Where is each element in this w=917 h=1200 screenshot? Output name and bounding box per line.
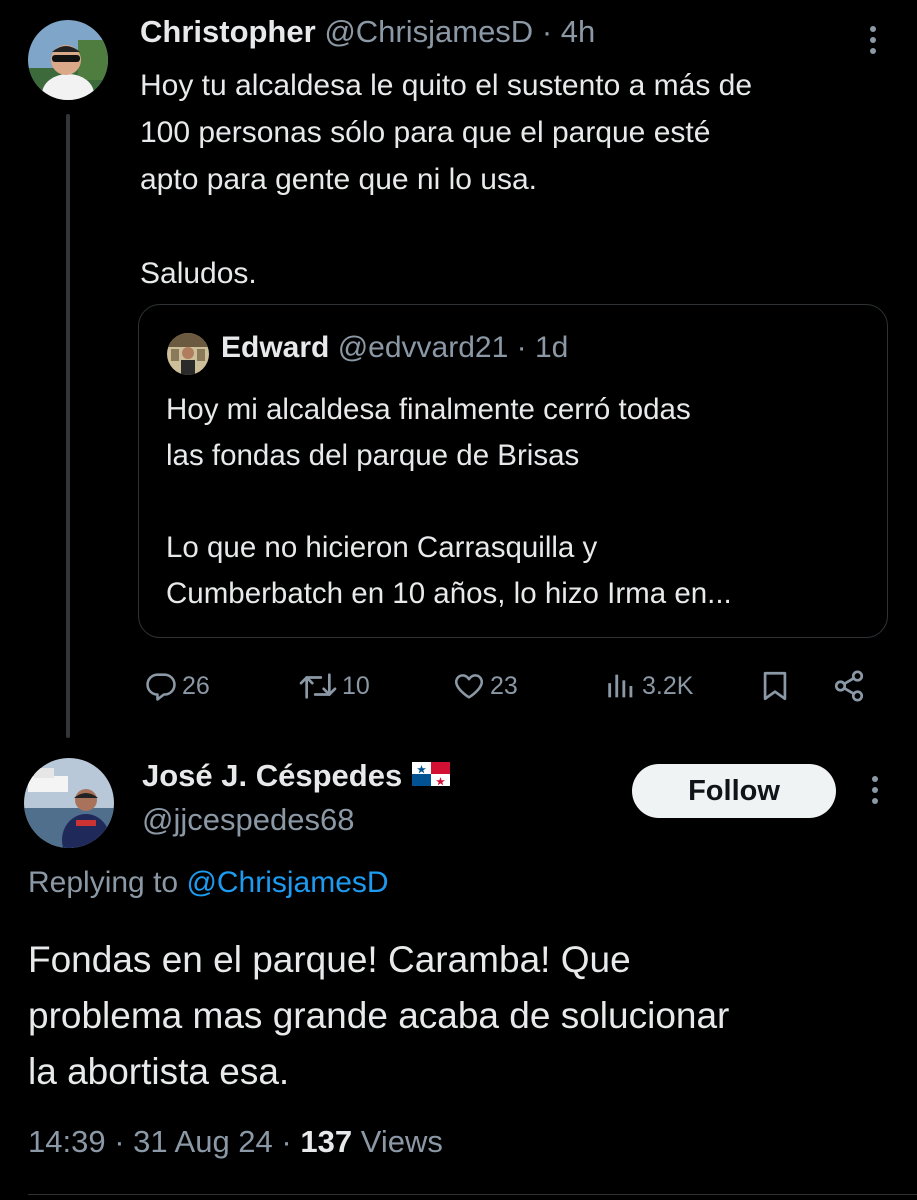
retweet-button[interactable]: 10 (298, 664, 370, 708)
replying-to-link[interactable]: @ChrisjamesD (186, 866, 388, 899)
more-vertical-icon[interactable] (858, 22, 888, 58)
tweet-meta: 14:39 · 31 Aug 24 · 137 Views (28, 1124, 443, 1160)
panama-flag-icon (412, 758, 451, 794)
like-button[interactable]: 23 (452, 664, 518, 708)
reply-author[interactable]: José J. Céspedes (142, 758, 451, 794)
quote-author-handle: @edvvard21 (337, 331, 509, 364)
tweet-text: Hoy tu alcaldesa le quito el sustento a … (140, 69, 753, 290)
tweet-date[interactable]: 31 Aug 24 (133, 1124, 273, 1159)
quote-text: Hoy mi alcaldesa finalmente cerró todas … (166, 393, 732, 610)
follow-button[interactable]: Follow (632, 764, 836, 818)
quote-header: Edward @edvvard21 · 1d (221, 331, 568, 365)
share-button[interactable] (832, 664, 866, 708)
more-vertical-icon[interactable] (860, 772, 890, 808)
quote-time: 1d (534, 331, 569, 364)
views-button[interactable]: 3.2K (604, 664, 693, 708)
author-name[interactable]: Christopher (140, 14, 316, 49)
share-icon (834, 670, 864, 702)
separator: · (516, 331, 527, 364)
avatar[interactable] (28, 20, 108, 100)
views-count[interactable]: 137 (300, 1124, 352, 1159)
quote-author-name: Edward (221, 331, 330, 364)
bookmark-icon (763, 671, 787, 701)
reply-icon (146, 673, 176, 701)
quote-tweet-card[interactable]: Edward @edvvard21 · 1d Hoy mi alcaldesa … (138, 304, 888, 638)
avatar[interactable] (24, 758, 114, 848)
tweet-time[interactable]: 4h (561, 14, 595, 49)
retweet-icon (299, 673, 337, 699)
views-label: Views (360, 1124, 443, 1159)
bookmark-button[interactable] (758, 664, 792, 708)
reply-text: Fondas en el parque! Caramba! Que proble… (28, 939, 730, 1092)
tweet-header: Christopher @ChrisjamesD · 4h (140, 14, 595, 50)
author-handle[interactable]: @jjcespedes68 (142, 802, 354, 838)
retweet-count: 10 (342, 671, 370, 700)
thread-line (66, 114, 70, 738)
reply-count: 26 (182, 671, 210, 700)
separator: · (541, 14, 553, 49)
replying-prefix: Replying to (28, 866, 179, 899)
quote-avatar (167, 333, 209, 375)
reply-button[interactable]: 26 (144, 664, 210, 708)
tweet-time[interactable]: 14:39 (28, 1124, 106, 1159)
divider (28, 1194, 917, 1195)
views-icon (608, 674, 633, 698)
author-name[interactable]: José J. Céspedes (142, 758, 402, 794)
views-count: 3.2K (642, 671, 694, 700)
replying-to: Replying to @ChrisjamesD (28, 866, 389, 900)
like-icon (454, 674, 484, 699)
separator: · (281, 1124, 292, 1159)
like-count: 23 (490, 671, 518, 700)
author-handle[interactable]: @ChrisjamesD (324, 14, 533, 49)
separator: · (114, 1124, 125, 1159)
